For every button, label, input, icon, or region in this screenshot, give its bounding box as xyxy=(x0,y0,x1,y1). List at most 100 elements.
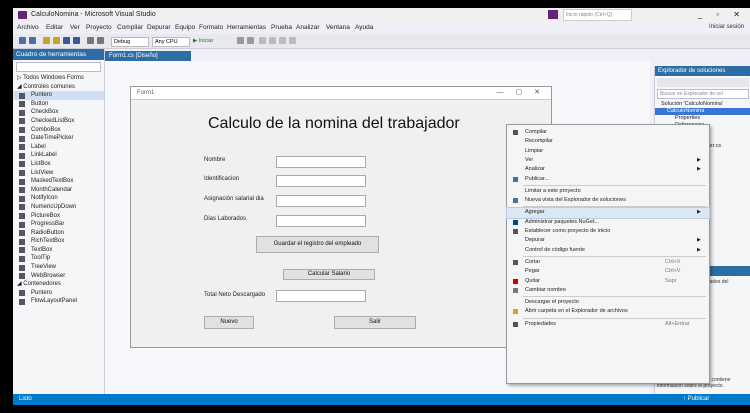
context-menu-item[interactable]: Quitar Supr xyxy=(507,277,709,286)
menu-herramientas[interactable]: Herramientas xyxy=(227,24,266,31)
new-project-icon[interactable] xyxy=(43,37,50,44)
redo-icon[interactable] xyxy=(97,37,104,44)
solution-tree-item[interactable]: Solución 'CalculoNomina' xyxy=(655,101,750,108)
context-menu-item[interactable]: Administrar paquetes NuGet... xyxy=(507,218,709,227)
menu-ayuda[interactable]: Ayuda xyxy=(355,24,373,31)
textbox-nombre[interactable] xyxy=(276,156,366,168)
save-icon[interactable] xyxy=(63,37,70,44)
toolbox-item[interactable]: WebBrowser xyxy=(13,272,104,281)
toolbox-item[interactable]: CheckBox xyxy=(13,108,104,117)
context-menu-item[interactable]: Analizar ▶ xyxy=(507,165,709,174)
context-menu-item[interactable]: Agregar ▶ xyxy=(506,207,710,219)
context-menu-item[interactable]: Limitar a este proyecto xyxy=(507,187,709,196)
context-menu-item[interactable]: Ver ▶ xyxy=(507,156,709,165)
designed-form[interactable]: Form1 — ▢ ✕ Calculo de la nomina del tra… xyxy=(130,86,552,348)
toolbox-item[interactable]: FlowLayoutPanel xyxy=(13,297,104,306)
save-record-button[interactable]: Guardar el registro del empleado xyxy=(256,236,379,253)
calculate-salary-button[interactable]: Calcular Salario xyxy=(283,269,375,280)
context-menu-item[interactable]: Propiedades Alt+Entrar xyxy=(507,320,709,329)
back-icon[interactable] xyxy=(19,37,26,44)
context-menu-item[interactable]: Control de código fuente ▶ xyxy=(507,246,709,255)
menu-ventana[interactable]: Ventana xyxy=(326,24,350,31)
toolbox-item[interactable]: MaskedTextBox xyxy=(13,177,104,186)
config-select[interactable]: Debug xyxy=(111,37,149,47)
toolbox-item[interactable]: RichTextBox xyxy=(13,237,104,246)
window-controls[interactable]: _ ▫ ✕ xyxy=(698,10,746,19)
align-icon[interactable] xyxy=(237,37,244,44)
context-menu-item[interactable]: Cortar Ctrl+X xyxy=(507,258,709,267)
textbox-identificacion[interactable] xyxy=(276,175,366,187)
context-menu-item[interactable]: Descargar el proyecto xyxy=(507,298,709,307)
menu-archivo[interactable]: Archivo xyxy=(17,24,39,31)
toolbox-item[interactable]: ProgressBar xyxy=(13,220,104,229)
label-net-total[interactable]: Total Neto Descargado xyxy=(204,292,265,298)
exit-button[interactable]: Salir xyxy=(334,316,416,329)
toolbox-item[interactable]: RadioButton xyxy=(13,229,104,238)
format-icon[interactable] xyxy=(269,37,276,44)
textbox-dias[interactable] xyxy=(276,215,366,227)
toolbox-item[interactable]: NumericUpDown xyxy=(13,203,104,212)
context-menu-item[interactable]: Publicar... xyxy=(507,175,709,184)
context-menu-item[interactable]: Depurar ▶ xyxy=(507,236,709,245)
format-icon[interactable] xyxy=(259,37,266,44)
context-menu-item[interactable]: Recompilar xyxy=(507,137,709,146)
format-icon[interactable] xyxy=(279,37,286,44)
solution-tree-item[interactable]: Properties xyxy=(655,115,750,122)
new-button[interactable]: Nuevo xyxy=(204,316,254,329)
undo-icon[interactable] xyxy=(87,37,94,44)
menu-analizar[interactable]: Analizar xyxy=(296,24,319,31)
context-menu-item[interactable]: Pegar Ctrl+V xyxy=(507,267,709,276)
form-heading[interactable]: Calculo de la nomina del trabajador xyxy=(208,115,460,133)
solution-search-input[interactable]: Buscar en Explorador de sol xyxy=(657,89,749,99)
toolbox-item[interactable]: NotifyIcon xyxy=(13,194,104,203)
menu-depurar[interactable]: Depurar xyxy=(147,24,170,31)
toolbox-item[interactable]: MonthCalendar xyxy=(13,186,104,195)
toolbox-item[interactable]: PictureBox xyxy=(13,212,104,221)
toolbox-item[interactable]: Button xyxy=(13,100,104,109)
menu-ver[interactable]: Ver xyxy=(70,24,80,31)
open-icon[interactable] xyxy=(53,37,60,44)
context-menu-item[interactable]: Establecer como proyecto de inicio xyxy=(507,227,709,236)
sign-in-link[interactable]: Iniciar sesión xyxy=(709,24,744,30)
textbox-net-total[interactable] xyxy=(276,290,366,302)
layout-icon[interactable] xyxy=(247,37,254,44)
quick-launch-input[interactable]: Inicio rápido (Ctrl+Q) xyxy=(563,9,632,21)
label-identificacion[interactable]: Identificacion xyxy=(204,176,239,182)
toolbox-category[interactable]: ◢ Contenedores xyxy=(13,280,104,289)
label-nombre[interactable]: Nombre xyxy=(204,157,225,163)
toolbox-item[interactable]: TreeView xyxy=(13,263,104,272)
menu-prueba[interactable]: Prueba xyxy=(271,24,292,31)
save-all-icon[interactable] xyxy=(73,37,80,44)
menu-compilar[interactable]: Compilar xyxy=(117,24,143,31)
menu-editar[interactable]: Editar xyxy=(46,24,63,31)
publish-status-button[interactable]: ↑ Publicar xyxy=(683,394,709,405)
forward-icon[interactable] xyxy=(29,37,36,44)
menu-equipo[interactable]: Equipo xyxy=(175,24,195,31)
start-button[interactable]: ▶ Iniciar xyxy=(193,37,229,45)
context-menu-item[interactable]: Limpiar xyxy=(507,147,709,156)
toolbox-item[interactable]: ListBox xyxy=(13,160,104,169)
toolbox-item[interactable]: ToolTip xyxy=(13,254,104,263)
context-menu-item[interactable]: Nueva vista del Explorador de soluciones xyxy=(507,196,709,205)
toolbox-item[interactable]: CheckedListBox xyxy=(13,117,104,126)
solution-tree-item[interactable]: CalculoNomina xyxy=(655,108,750,115)
format-icon[interactable] xyxy=(289,37,296,44)
toolbox-category[interactable]: ◢ Controles comunes xyxy=(13,83,104,92)
feedback-flag-icon[interactable] xyxy=(548,10,558,19)
toolbox-search-input[interactable] xyxy=(16,62,101,72)
context-menu-item[interactable]: Abrir carpeta en el Explorador de archiv… xyxy=(507,307,709,316)
menu-proyecto[interactable]: Proyecto xyxy=(86,24,112,31)
label-asignacion[interactable]: Asignación salarial dia xyxy=(204,196,264,202)
toolbox-item[interactable]: TextBox xyxy=(13,246,104,255)
toolbox-item[interactable]: LinkLabel xyxy=(13,151,104,160)
toolbox-category[interactable]: ▷ Todos Windows Forms xyxy=(13,74,104,83)
toolbox-item[interactable]: Label xyxy=(13,143,104,152)
toolbox-item[interactable]: DateTimePicker xyxy=(13,134,104,143)
platform-select[interactable]: Any CPU xyxy=(152,37,190,47)
label-dias[interactable]: Dias Laborados xyxy=(204,216,246,222)
toolbox-item[interactable]: ListView xyxy=(13,169,104,178)
context-menu-item[interactable]: Cambiar nombre xyxy=(507,286,709,295)
tab-form1-design[interactable]: Form1.cs [Diseño] xyxy=(105,51,191,61)
toolbox-item[interactable]: Puntero xyxy=(13,289,104,298)
toolbox-item[interactable]: Puntero xyxy=(13,91,104,100)
